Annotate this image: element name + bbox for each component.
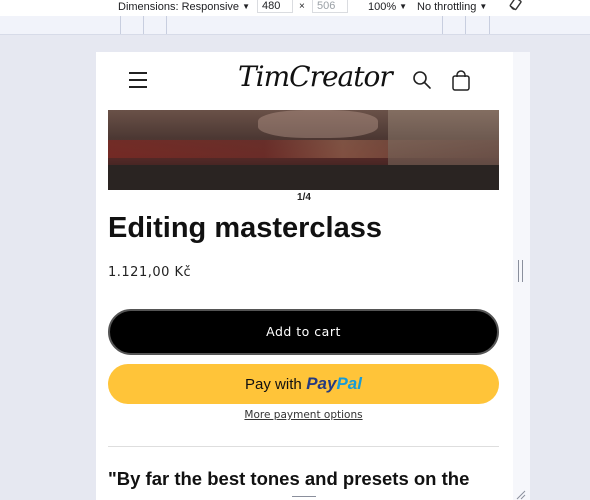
testimonial-quote: "By far the best tones and presets on th… xyxy=(108,468,470,489)
chevron-down-icon: ▼ xyxy=(399,2,408,11)
more-payment-options-link[interactable]: More payment options xyxy=(108,409,499,421)
device-viewport: TimCreator 1/4 Editing masterclass 1.121… xyxy=(96,52,513,500)
throttling-dropdown[interactable]: No throttling ▼ xyxy=(417,0,487,16)
width-input[interactable]: 480 xyxy=(257,0,293,13)
cart-icon[interactable] xyxy=(451,70,471,92)
paypal-logo-pal: Pal xyxy=(336,374,362,393)
paypal-logo-pay: Pay xyxy=(306,374,337,393)
chevron-down-icon: ▼ xyxy=(242,2,250,11)
ruler-tick[interactable] xyxy=(143,16,144,34)
ruler-tick[interactable] xyxy=(166,16,167,34)
height-input[interactable]: 506 xyxy=(312,0,348,13)
media-query-ruler xyxy=(0,16,590,35)
product-image[interactable] xyxy=(108,110,499,190)
paypal-pay-with-label: Pay with xyxy=(245,376,302,393)
throttling-label: No throttling xyxy=(417,1,477,13)
times-sign: × xyxy=(299,1,305,12)
zoom-label: 100% xyxy=(368,1,397,13)
paypal-button[interactable]: Pay with PayPal xyxy=(108,364,499,404)
product-price: 1.121,00 Kč xyxy=(108,265,192,280)
slide-counter: 1/4 xyxy=(297,192,311,203)
dimensions-label: Dimensions: Responsive xyxy=(118,1,240,13)
resize-handle-bottom[interactable] xyxy=(292,496,316,500)
search-icon[interactable] xyxy=(412,70,432,90)
chevron-down-icon: ▼ xyxy=(479,2,488,11)
ruler-tick[interactable] xyxy=(120,16,121,34)
rotate-icon[interactable] xyxy=(509,0,523,11)
add-to-cart-button[interactable]: Add to cart xyxy=(108,309,499,355)
resize-handle-right[interactable] xyxy=(518,260,523,282)
product-title: Editing masterclass xyxy=(108,212,382,244)
hamburger-menu-icon[interactable] xyxy=(129,72,149,88)
ruler-tick[interactable] xyxy=(442,16,443,34)
ruler-tick[interactable] xyxy=(465,16,466,34)
resize-corner-icon[interactable] xyxy=(516,490,526,500)
zoom-dropdown[interactable]: 100% ▼ xyxy=(368,0,407,16)
dimensions-dropdown[interactable]: Dimensions: Responsive ▼ xyxy=(118,0,250,16)
devtools-device-toolbar: Dimensions: Responsive ▼ 480 × 506 100% ▼ … xyxy=(0,0,590,16)
divider xyxy=(108,446,499,447)
ruler-tick[interactable] xyxy=(489,16,490,34)
store-logo[interactable]: TimCreator xyxy=(238,60,393,100)
